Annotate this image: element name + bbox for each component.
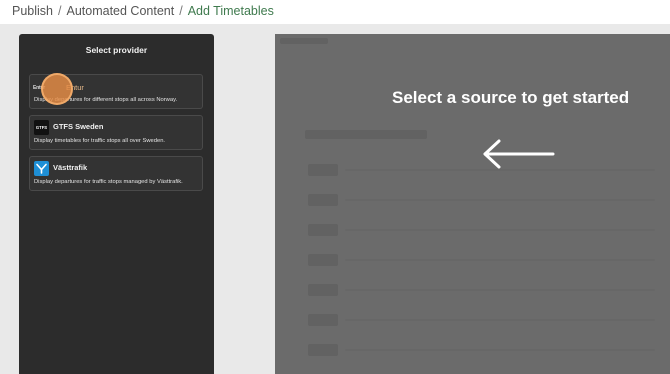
placeholder-line	[345, 229, 655, 231]
provider-name: GTFS Sweden	[53, 122, 104, 131]
placeholder-block	[308, 314, 338, 326]
placeholder-block	[308, 254, 338, 266]
placeholder-block	[308, 344, 338, 356]
top-bar: Publish / Automated Content / Add Timetables	[0, 0, 670, 24]
breadcrumb: Publish / Automated Content / Add Timetables	[12, 4, 274, 18]
placeholder-block	[308, 284, 338, 296]
provider-description: Display departures for traffic stops man…	[34, 179, 183, 185]
select-source-message: Select a source to get started	[392, 88, 630, 107]
breadcrumb-current: Add Timetables	[187, 4, 274, 18]
placeholder-line	[345, 259, 655, 261]
breadcrumb-separator: /	[179, 4, 183, 18]
placeholder-line	[345, 199, 655, 201]
provider-panel: Select provider Entur Entur Display depa…	[19, 34, 214, 374]
placeholder-line	[345, 289, 655, 291]
vasttrafik-logo-icon	[34, 161, 49, 176]
provider-card-entur[interactable]: Entur Entur Display departures for diffe…	[29, 74, 203, 109]
trafiklab-logo-icon: GTFS	[34, 120, 49, 135]
panel-title: Select provider	[85, 45, 148, 55]
svg-text:GTFS: GTFS	[36, 125, 47, 130]
placeholder-block	[305, 130, 427, 139]
placeholder-line	[345, 319, 655, 321]
provider-card-vasttrafik[interactable]: Västtrafik Display departures for traffi…	[29, 156, 203, 191]
provider-name: Västtrafik	[53, 163, 88, 172]
provider-name: Entur	[66, 83, 84, 92]
preview-area: Select a source to get started	[275, 34, 670, 374]
arrow-left-icon	[483, 139, 555, 169]
provider-description: Display timetables for traffic stops all…	[34, 138, 166, 144]
placeholder-block	[308, 164, 338, 176]
placeholder-line	[345, 349, 655, 351]
breadcrumb-automated-content[interactable]: Automated Content	[66, 4, 174, 18]
placeholder-block	[308, 194, 338, 206]
placeholder-block	[280, 38, 328, 44]
placeholder-block	[308, 224, 338, 236]
breadcrumb-separator: /	[58, 4, 62, 18]
breadcrumb-publish[interactable]: Publish	[12, 4, 53, 18]
provider-description: Display departures for different stops a…	[34, 97, 178, 103]
provider-card-gtfs-sweden[interactable]: GTFS GTFS Sweden Display timetables for …	[29, 115, 203, 150]
entur-logo-icon: Entur	[33, 84, 46, 91]
